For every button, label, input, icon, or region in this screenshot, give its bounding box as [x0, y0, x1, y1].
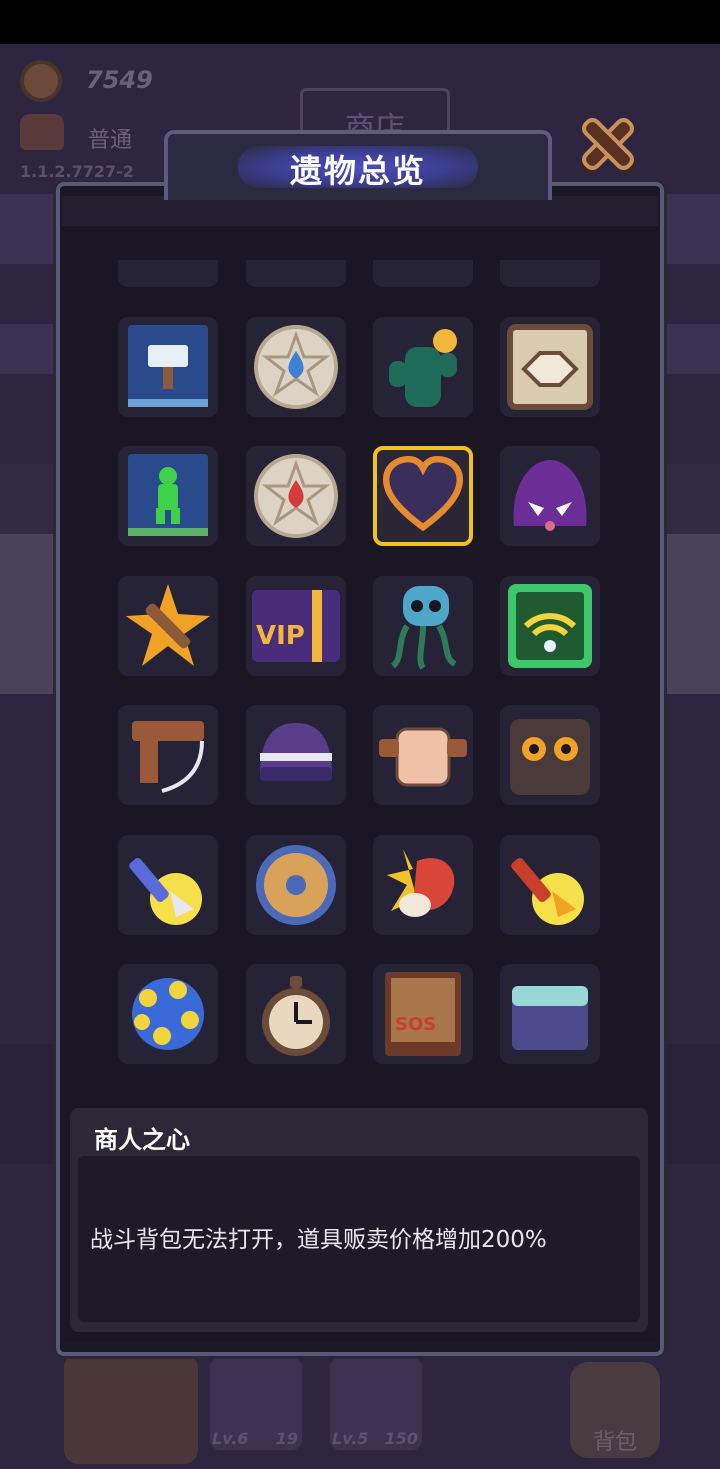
watch-icon: [262, 976, 330, 1056]
relic-slot-partial-top-1[interactable]: [118, 260, 218, 287]
relic-slot-handshake[interactable]: [500, 317, 600, 417]
status-bar: [0, 0, 720, 44]
relic-slot-wooden-bow[interactable]: [118, 705, 218, 805]
gold-amount: 7549: [86, 66, 153, 94]
dialog-title: 遗物总览: [289, 152, 426, 190]
hero-portrait: [64, 1354, 198, 1464]
relic-grid: VIP SOS: [62, 260, 658, 1070]
relic-slot-hammer-card[interactable]: [118, 317, 218, 417]
relic-slot-fist[interactable]: [373, 705, 473, 805]
title-tab: 遗物总览: [164, 130, 552, 200]
hammer-card-icon: [128, 325, 208, 407]
relic-slot-blue-rune[interactable]: [246, 317, 346, 417]
star-hammer-icon: [126, 584, 210, 666]
bag-button: 背包: [570, 1362, 660, 1458]
relic-slot-partial-top-3[interactable]: [373, 260, 473, 287]
relic-description-box: 战斗背包无法打开，道具贩卖价格增加200%: [78, 1156, 640, 1322]
skill-slot: Lv.6 19: [210, 1358, 302, 1450]
relic-icon: [500, 260, 600, 287]
relic-slot-meat[interactable]: [373, 835, 473, 935]
relic-slot-cactus-coin[interactable]: [373, 317, 473, 417]
svg-text:VIP: VIP: [256, 621, 305, 651]
panel-top-band: [62, 196, 658, 226]
relic-slot-partial-top-2[interactable]: [246, 260, 346, 287]
fist-icon: [379, 727, 467, 787]
relic-icon: [118, 260, 218, 287]
relic-name: 商人之心: [94, 1126, 190, 1154]
owl-icon: [510, 719, 590, 795]
close-x-icon: [580, 118, 636, 174]
relic-slot-spiked-orb[interactable]: [118, 964, 218, 1064]
orb-icon: [132, 978, 204, 1050]
block-icon: [512, 986, 588, 1050]
soldier-card-icon: [128, 454, 208, 536]
book-icon: SOS: [385, 972, 461, 1056]
handshake-icon: [507, 324, 593, 410]
relic-slot-vip-card[interactable]: VIP: [246, 576, 346, 676]
relic-slot-stone-block[interactable]: [500, 964, 600, 1064]
heart-icon: [382, 455, 464, 532]
cactus-icon: [389, 329, 457, 407]
gold-arrow-icon: [511, 857, 584, 925]
vip-card-icon: VIP: [252, 590, 340, 662]
relic-slot-merchant-heart[interactable]: [373, 446, 473, 546]
relic-slot-wifi-box[interactable]: [500, 576, 600, 676]
meat-icon: [387, 849, 455, 917]
difficulty-mode: 普通: [88, 128, 133, 153]
relic-slot-pocket-watch[interactable]: [246, 964, 346, 1064]
relic-slot-striped-hat[interactable]: [246, 705, 346, 805]
relic-icon: [246, 260, 346, 287]
relic-slot-tentacle-skull[interactable]: [373, 576, 473, 676]
relic-description: 战斗背包无法打开，道具贩卖价格增加200%: [90, 1227, 547, 1253]
relic-slot-round-shield[interactable]: [246, 835, 346, 935]
wifi-icon: [508, 584, 592, 668]
skill-slot: Lv.5 150: [330, 1358, 422, 1450]
relic-detail: 商人之心 战斗背包无法打开，道具贩卖价格增加200%: [70, 1108, 648, 1332]
relic-icon: [373, 260, 473, 287]
relic-slot-green-soldier-card[interactable]: [118, 446, 218, 546]
arrow-icon: [129, 857, 202, 925]
relic-slot-gold-arrow-coin[interactable]: [500, 835, 600, 935]
relic-slot-red-rune[interactable]: [246, 446, 346, 546]
blue-drop-rune-icon: [254, 325, 338, 409]
relic-slot-partial-top-4[interactable]: [500, 260, 600, 287]
hood-mask-icon: [513, 460, 587, 531]
relic-slot-arrow-coin[interactable]: [118, 835, 218, 935]
hat-icon: [260, 723, 332, 781]
difficulty-demon-icon: [20, 114, 64, 150]
relic-slot-sos-book[interactable]: SOS: [373, 964, 473, 1064]
version-label: 1.1.2.7727-2: [20, 162, 134, 181]
red-drop-rune-icon: [254, 454, 338, 538]
bow-icon: [132, 721, 204, 793]
shield-icon: [256, 845, 336, 925]
relic-slot-owl-box[interactable]: [500, 705, 600, 805]
gold-coin-icon: [20, 60, 62, 102]
close-button[interactable]: [572, 108, 644, 182]
svg-text:SOS: SOS: [395, 1014, 436, 1035]
relic-slot-purple-hood[interactable]: [500, 446, 600, 546]
relic-slot-crossed-hammer[interactable]: [118, 576, 218, 676]
skull-icon: [390, 586, 457, 670]
